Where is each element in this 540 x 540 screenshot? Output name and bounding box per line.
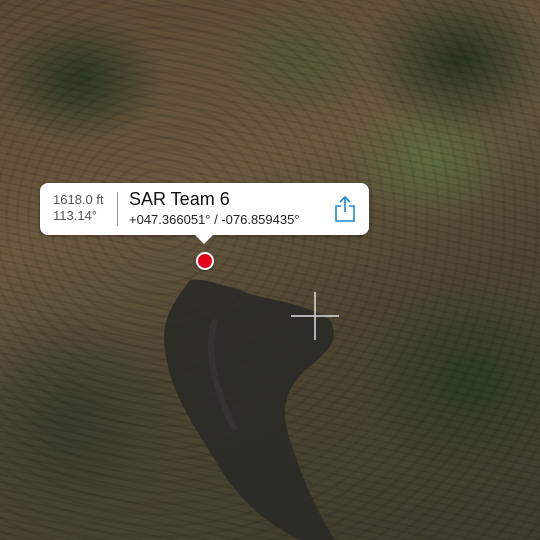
distance-label: 1618.0 ft [53,192,104,207]
callout-title: SAR Team 6 [129,189,230,209]
callout-meta: 1618.0 ft 113.14° [53,192,117,224]
satellite-map[interactable]: 1618.0 ft 113.14° SAR Team 6 +047.366051… [0,0,540,540]
river-water [164,279,335,540]
share-icon[interactable] [333,195,357,223]
location-callout[interactable]: 1618.0 ft 113.14° SAR Team 6 +047.366051… [40,183,369,244]
bearing-label: 113.14° [53,208,97,223]
location-pin-icon[interactable] [196,252,214,270]
crosshair-icon [291,292,339,340]
callout-coordinates: +047.366051° / -076.859435° [129,212,300,227]
callout-divider [117,192,118,226]
